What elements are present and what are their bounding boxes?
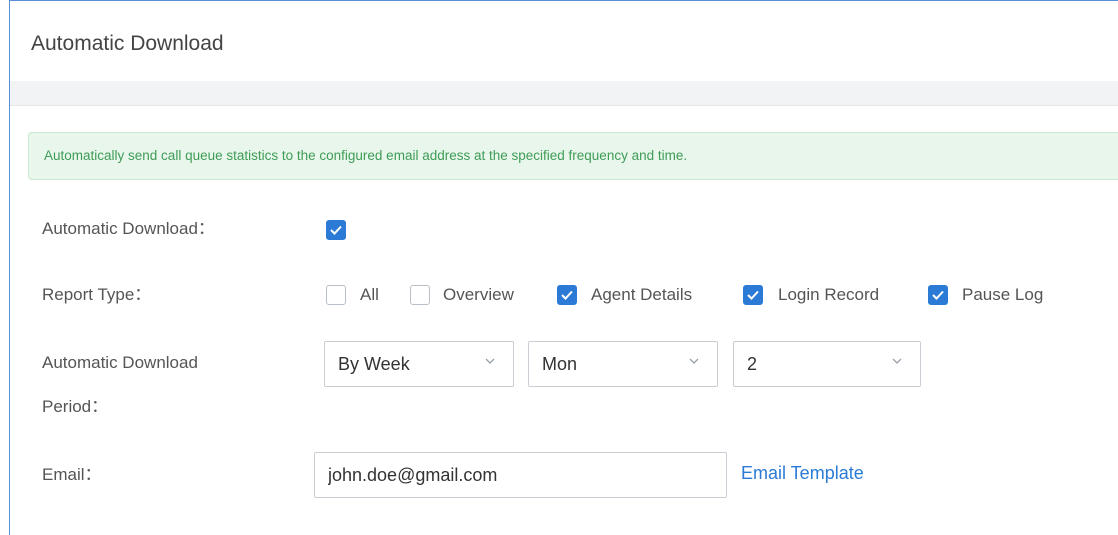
page-title: Automatic Download	[31, 32, 224, 55]
report-type-login-record-checkbox[interactable]	[743, 285, 763, 305]
report-type-login-record-label[interactable]: Login Record	[778, 284, 879, 306]
chevron-down-icon	[892, 358, 902, 364]
day-value: Mon	[542, 354, 578, 374]
checkmark-icon	[747, 290, 759, 300]
frequency-select[interactable]: By Week	[324, 341, 514, 387]
hour-value: 2	[747, 354, 758, 374]
checkmark-icon	[330, 225, 342, 235]
header-divider-strip	[10, 81, 1118, 106]
hour-select[interactable]: 2	[733, 341, 921, 387]
auto-download-checkbox[interactable]	[326, 220, 346, 240]
checkmark-icon	[561, 290, 573, 300]
period-label-line1: Automatic Download	[42, 353, 198, 372]
info-notice: Automatically send call queue statistics…	[28, 132, 1118, 180]
chevron-down-icon	[689, 358, 699, 364]
checkmark-icon	[932, 290, 944, 300]
email-label: Email：	[42, 465, 102, 484]
email-template-link[interactable]: Email Template	[741, 462, 864, 484]
chevron-down-icon	[485, 358, 495, 364]
report-type-overview-label[interactable]: Overview	[443, 284, 514, 306]
report-type-overview-checkbox[interactable]	[410, 285, 430, 305]
report-type-pause-log-checkbox[interactable]	[928, 285, 948, 305]
email-field[interactable]	[314, 452, 727, 498]
auto-download-label: Automatic Download：	[42, 219, 215, 238]
report-type-agent-details-checkbox[interactable]	[557, 285, 577, 305]
report-type-pause-log-label[interactable]: Pause Log	[962, 284, 1043, 306]
report-type-label: Report Type：	[42, 285, 152, 304]
report-type-all-label[interactable]: All	[360, 284, 379, 306]
frequency-value: By Week	[338, 354, 410, 374]
day-select[interactable]: Mon	[528, 341, 718, 387]
report-type-all-checkbox[interactable]	[326, 285, 346, 305]
report-type-agent-details-label[interactable]: Agent Details	[591, 284, 692, 306]
period-label-line2: Period：	[42, 397, 109, 416]
